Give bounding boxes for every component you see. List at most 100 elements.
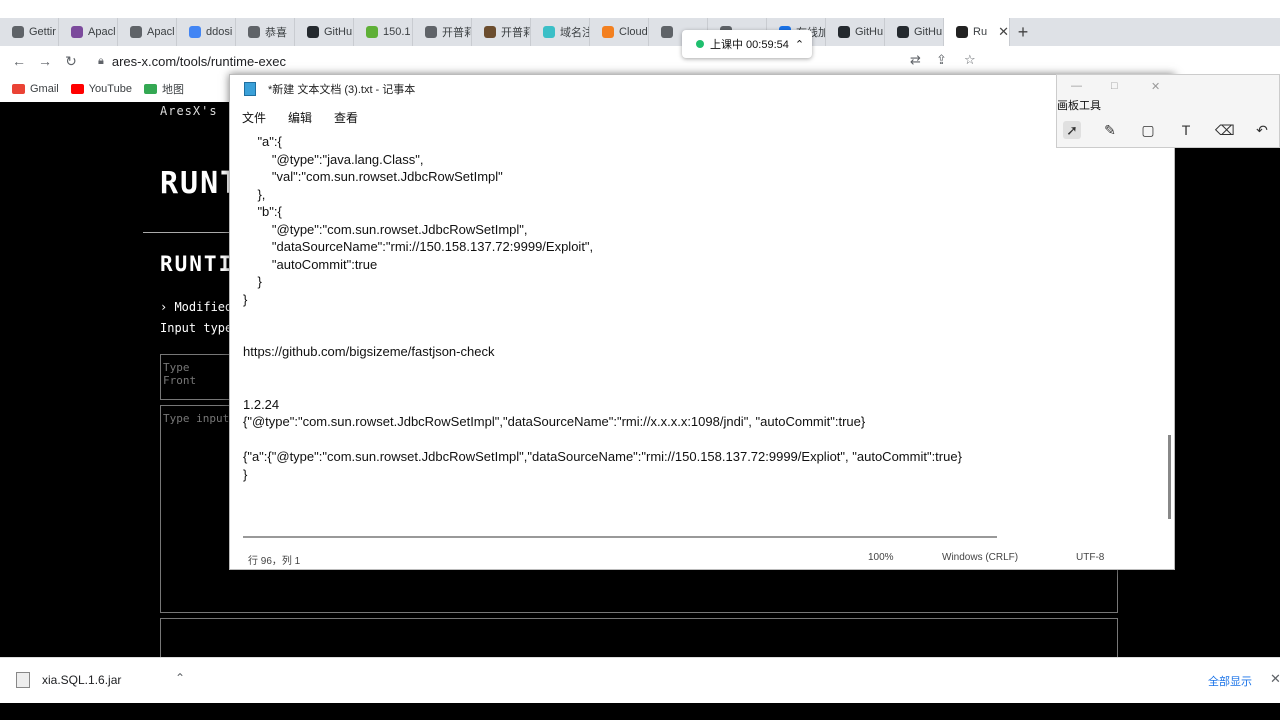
rectangle-icon[interactable]: ▢ [1139,121,1157,139]
class-timer[interactable]: 上课中 00:59:54 ⌃ [682,30,812,58]
horizontal-scrollbar[interactable] [243,536,997,538]
tab-favicon-icon [543,26,555,38]
show-all-link[interactable]: 全部显示 [1208,673,1252,689]
text-line: } [243,291,248,307]
tab-label: GitHu [324,26,353,38]
tab-favicon-icon [307,26,319,38]
pointer-icon[interactable]: ➚ [1063,121,1081,139]
payload-textarea-placeholder: Type input [163,412,230,425]
chevron-up-icon[interactable]: ⌃ [175,671,185,685]
text-line: 1.2.24 [243,396,280,412]
text-line: "a":{ [243,134,282,149]
browser-tab[interactable]: GitHu [295,18,354,46]
menu-edit[interactable]: 编辑 [288,109,312,126]
notepad-menubar: 文件 编辑 查看 [230,102,1174,132]
browser-tab[interactable]: Apacl [59,18,118,46]
notepad-icon [244,81,256,96]
browser-tab[interactable]: GitHu [826,18,885,46]
browser-tab[interactable]: Apacl [118,18,177,46]
bookmark-label: YouTube [88,83,132,95]
text-line: }, [243,186,266,202]
browser-tab[interactable]: Ru ✕ [944,18,1010,46]
text-icon[interactable]: T [1177,121,1195,139]
star-icon[interactable]: ☆ [964,52,976,68]
tab-label: Cloud [619,26,648,38]
browser-tab[interactable]: 恭喜 [236,18,295,46]
notepad-titlebar: *新建 文本文档 (3).txt - 记事本 [230,75,1174,102]
text-line: "autoCommit":true [243,256,378,272]
browser-tab[interactable]: GitHu [885,18,944,46]
notepad-text-area[interactable]: "a":{ "@type":"java.lang.Class", "val":"… [243,133,1153,533]
tab-label: 开普莉 [501,27,531,39]
bookmark-icon [143,84,157,94]
tab-favicon-icon [248,26,260,38]
class-timer-label: 上课中 00:59:54 [710,39,789,51]
browser-tab[interactable]: 开普莉 [413,18,472,46]
notepad-statusbar: 行 96，列 1 100% Windows (CRLF) UTF-8 [230,547,1174,569]
modified-toggle[interactable]: › Modified [160,300,232,314]
chevron-up-icon[interactable]: ⌃ [795,38,804,51]
zoom-level: 100% [868,552,894,563]
close-tab-icon[interactable]: ✕ [998,24,1009,40]
text-line: "b":{ [243,204,282,219]
text-line: } [243,466,248,482]
translate-icon[interactable]: ⇄ [910,52,921,68]
browser-tab[interactable]: Gettir [0,18,59,46]
tab-label: 150.1 [383,26,411,38]
recording-dot-icon [696,40,704,48]
input-type-label: Input type [160,321,233,335]
text-line: "val":"com.sun.rowset.JdbcRowSetImpl" [243,169,503,184]
undo-icon[interactable]: ↶ [1253,121,1271,139]
text-line: {"a":{"@type":"com.sun.rowset.JdbcRowSet… [243,449,962,464]
browser-tab[interactable]: ddosi [177,18,236,46]
bookmark-item[interactable]: 地图 [143,81,184,97]
vertical-scrollbar[interactable] [1168,435,1171,519]
back-icon[interactable]: ← [6,53,32,69]
tab-favicon-icon [71,26,83,38]
text-line [243,431,1153,449]
forward-icon[interactable]: → [32,53,58,69]
tab-label: Gettir [29,26,56,38]
text-line: } [243,274,262,289]
bookmark-item[interactable]: Gmail [12,83,59,95]
tab-favicon-icon [838,26,850,38]
tab-label: ddosi [206,26,233,38]
pen-panel-title: 画板工具 [1057,100,1101,112]
text-line: https://github.com/bigsizeme/fastjson-ch… [243,344,495,359]
section-heading: RUNTI [160,252,234,276]
text-line [243,361,1153,379]
browser-tab[interactable]: 开普莉 [472,18,531,46]
share-icon[interactable]: ⇪ [936,52,947,68]
pen-tool-panel: — □ ✕ 画板工具 ➚ ✎ ▢ T ⌫ ↶ [1056,74,1280,148]
bookmark-icon [12,84,25,94]
text-line [243,326,1153,344]
maximize-icon[interactable]: □ [1111,80,1118,92]
menu-view[interactable]: 查看 [334,109,358,126]
tab-bar: Gettir Apacl Apacl ddosi 恭喜 GitHu 150.1 开普莉 开普莉 域… [0,18,1280,46]
tab-label: Apacl [147,26,175,38]
download-filename[interactable]: xia.SQL.1.6.jar [42,673,121,687]
browser-tab[interactable]: 150.1 [354,18,413,46]
cursor-position: 行 96，列 1 [248,556,301,567]
text-line [243,308,1153,326]
close-icon[interactable]: ✕ [1270,671,1280,687]
browser-tab[interactable]: 域名注 [531,18,590,46]
browser-tab[interactable]: Cloud [590,18,649,46]
tab-label: 域名注 [560,27,590,39]
lock-icon[interactable]: 🔒︎ [98,55,104,68]
eraser-icon[interactable]: ⌫ [1215,121,1235,139]
output-box [160,618,1118,658]
minimize-icon[interactable]: — [1071,80,1082,92]
new-tab-button[interactable]: + [1010,22,1036,43]
bookmark-item[interactable]: YouTube [70,83,132,95]
notepad-window: *新建 文本文档 (3).txt - 记事本 文件 编辑 查看 "a":{ "@… [229,74,1175,570]
reload-icon[interactable]: ↻ [58,53,84,70]
url-field[interactable]: ares-x.com/tools/runtime-exec [112,54,286,69]
tab-favicon-icon [484,26,496,38]
close-icon[interactable]: ✕ [1151,80,1160,93]
tab-favicon-icon [189,26,201,38]
frontend-input[interactable]: Type Front [160,354,230,400]
menu-file[interactable]: 文件 [242,109,266,126]
pen-icon[interactable]: ✎ [1101,121,1119,139]
line-ending: Windows (CRLF) [942,552,1019,563]
